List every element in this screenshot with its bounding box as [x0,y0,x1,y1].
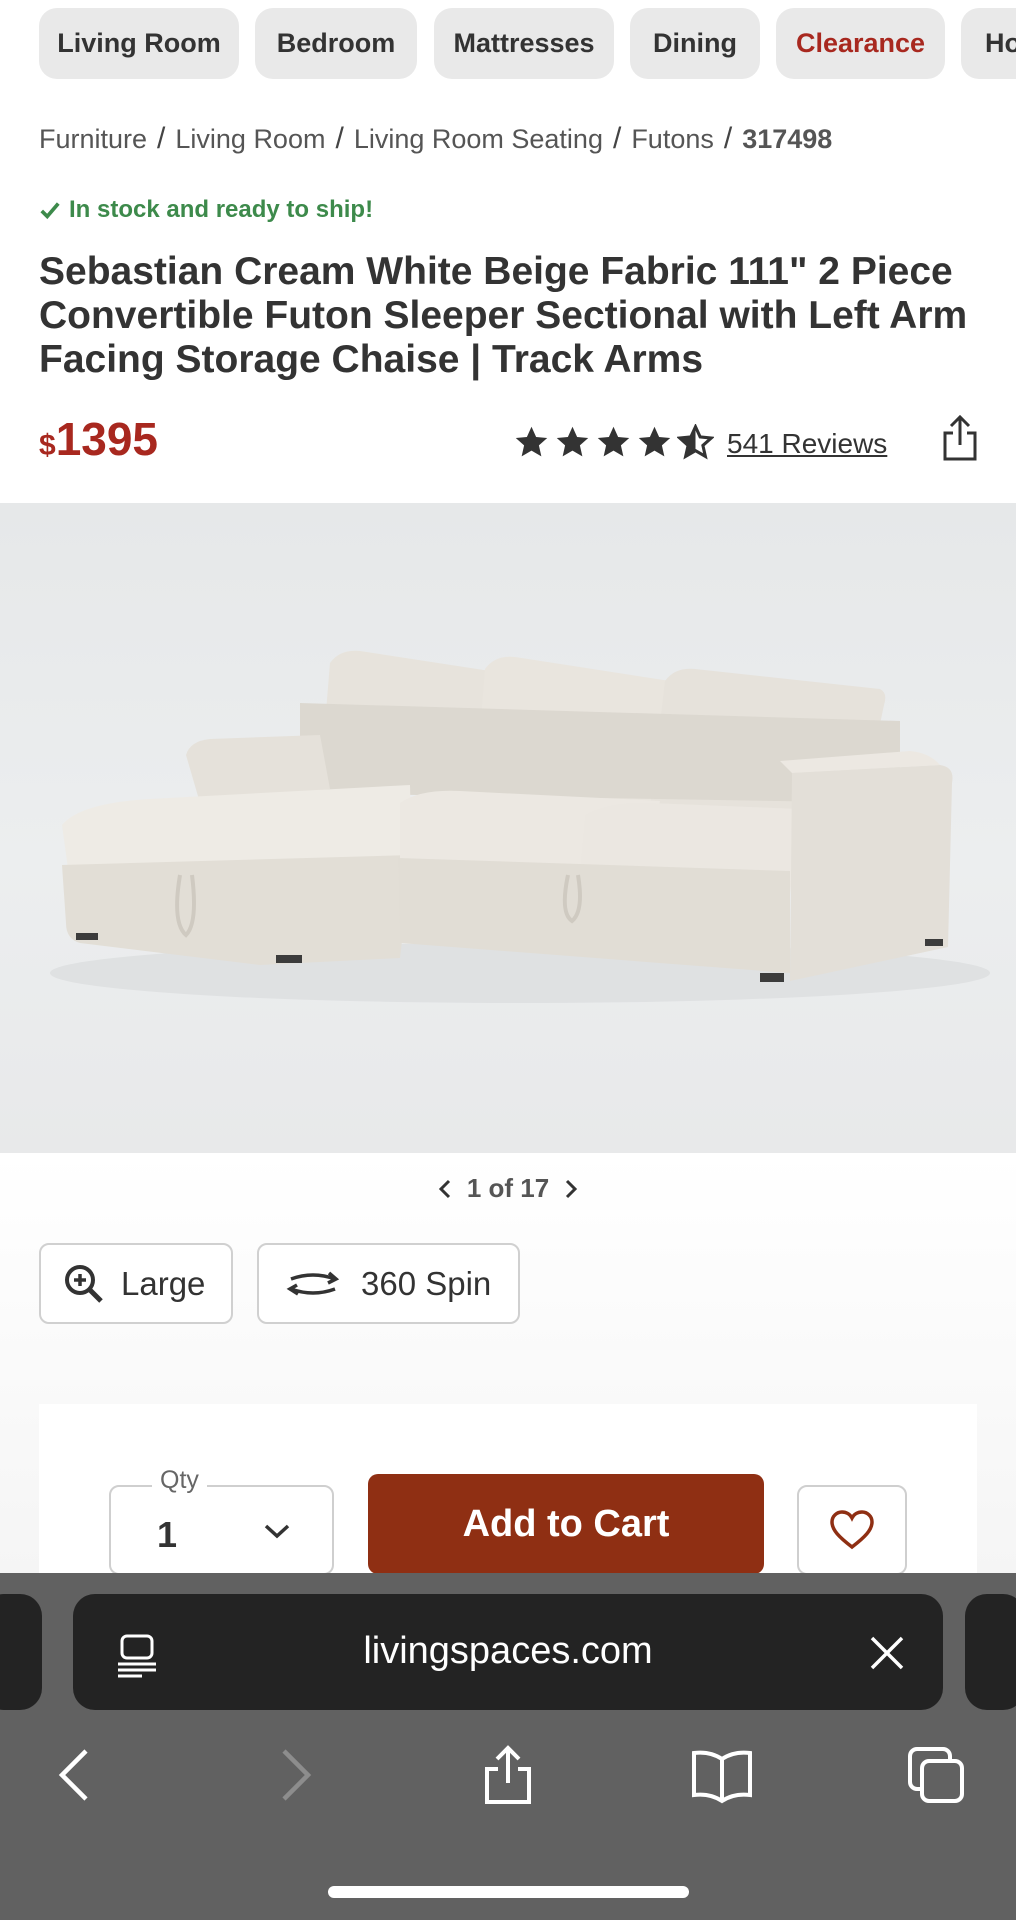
star-icon [556,426,589,457]
category-nav: Living Room Bedroom Mattresses Dining Cl… [39,8,1016,79]
star-icon [597,426,630,457]
breadcrumb-separator: / [612,122,622,155]
gallery-counter: 1 of 17 [466,1173,550,1203]
category-chip-bedroom[interactable]: Bedroom [255,8,417,79]
category-chip-dining[interactable]: Dining [630,8,760,79]
large-view-label: Large [121,1264,206,1302]
sectional-sofa-image [50,650,990,1003]
heart-icon [830,1510,874,1550]
breadcrumb-furniture[interactable]: Furniture [39,124,147,155]
add-to-cart-button[interactable]: Add to Cart [368,1474,764,1574]
star-icon [638,426,671,457]
bookmarks-icon[interactable] [690,1745,754,1805]
chevron-left-icon[interactable] [437,1178,453,1200]
chevron-down-icon [264,1524,290,1539]
zoom-in-icon [65,1264,103,1303]
close-icon[interactable] [868,1634,906,1672]
product-image[interactable] [0,503,1016,1153]
breadcrumb-living-room-seating[interactable]: Living Room Seating [354,124,603,155]
product-price: $ 1395 [39,412,158,466]
star-icon [515,426,548,457]
check-icon [40,202,60,220]
rating-stars[interactable] [513,424,714,461]
price-currency: $ [39,429,56,462]
share-icon[interactable] [481,1745,535,1805]
address-url: livingspaces.com [363,1630,653,1672]
product-title: Sebastian Cream White Beige Fabric 111" … [39,250,968,381]
price-amount: 1395 [55,413,159,465]
star-half-icon [677,424,714,460]
spin-360-button[interactable]: 360 Spin [257,1243,520,1324]
category-chip-home[interactable]: Ho [961,8,1016,79]
home-indicator [328,1886,689,1898]
category-chip-clearance[interactable]: Clearance [776,8,945,79]
chevron-right-icon[interactable] [563,1178,579,1200]
wishlist-button[interactable] [797,1485,907,1575]
breadcrumb-separator: / [723,122,733,155]
tabs-icon[interactable] [906,1745,968,1805]
quantity-select[interactable] [109,1485,334,1575]
share-icon[interactable] [940,413,980,463]
reviews-link[interactable]: 541 Reviews [727,428,887,460]
breadcrumb: Furniture / Living Room / Living Room Se… [39,122,832,156]
back-icon[interactable] [56,1745,92,1805]
breadcrumb-futons[interactable]: Futons [631,124,714,155]
forward-icon[interactable] [278,1745,314,1805]
large-view-button[interactable]: Large [39,1243,233,1324]
spin-360-label: 360 Spin [361,1264,492,1302]
breadcrumb-sku: 317498 [742,123,833,154]
category-chip-mattresses[interactable]: Mattresses [434,8,614,79]
category-chip-living-room[interactable]: Living Room [39,8,239,79]
breadcrumb-separator: / [157,122,166,155]
breadcrumb-separator: / [335,122,344,155]
quantity-value: 1 [157,1514,178,1555]
spin-360-icon [286,1271,340,1295]
gallery-pager: 1 of 17 [0,1173,1016,1204]
breadcrumb-living-room[interactable]: Living Room [175,124,325,155]
stock-status: In stock and ready to ship! [39,196,373,224]
stock-status-text: In stock and ready to ship! [69,196,374,223]
quantity-label: Qty [152,1466,207,1495]
